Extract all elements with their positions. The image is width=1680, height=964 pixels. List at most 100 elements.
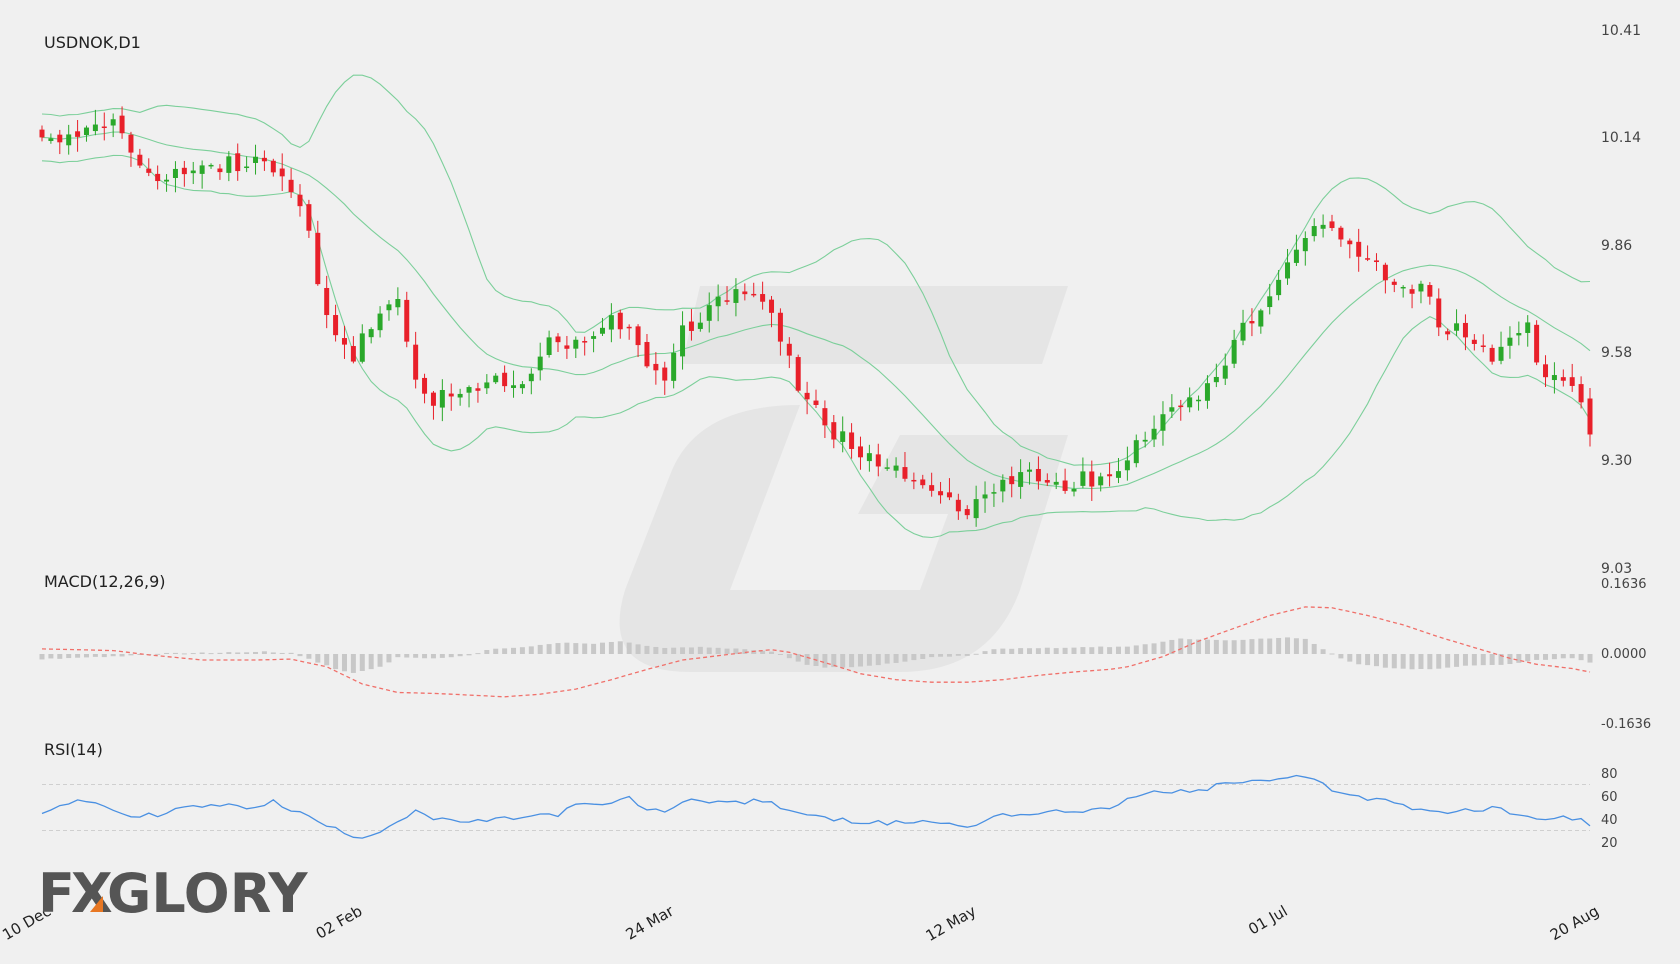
candle-down	[1462, 322, 1468, 338]
macd-histogram-bar	[368, 654, 374, 670]
macd-histogram-bar	[635, 644, 641, 654]
candle-up	[519, 384, 525, 389]
macd-histogram-bar	[1115, 646, 1121, 654]
chart-stage: USDNOK,D1 MACD(12,26,9) RSI(14) 10.41 10…	[0, 0, 1680, 960]
macd-histogram-bar	[955, 654, 961, 656]
macd-histogram-bar	[430, 654, 436, 659]
macd-histogram-bar	[350, 654, 356, 673]
candle-down	[341, 338, 347, 345]
macd-histogram-bar	[1525, 654, 1531, 662]
macd-histogram-bar	[742, 649, 748, 654]
candle-down	[555, 336, 561, 343]
macd-histogram-bar	[866, 654, 872, 666]
candle-down	[235, 153, 241, 172]
rsi-panel-title: RSI(14)	[44, 740, 103, 759]
candle-down	[1009, 476, 1015, 485]
rsi-indicator	[41, 774, 1591, 839]
macd-histogram-bar	[279, 652, 285, 654]
macd-histogram-bar	[1462, 654, 1468, 666]
macd-histogram-bar	[884, 654, 890, 664]
macd-histogram-bar	[110, 654, 116, 657]
candle-down	[822, 408, 828, 426]
candle-down	[101, 126, 107, 129]
macd-histogram-bar	[680, 647, 686, 654]
macd-histogram-bar	[48, 654, 54, 659]
candle-down	[804, 392, 810, 400]
candle-up	[1000, 479, 1006, 492]
candle-down	[795, 357, 801, 391]
candle-down	[1569, 377, 1575, 386]
candle-up	[1302, 238, 1308, 252]
candle-down	[137, 154, 143, 166]
price-y-tick: 10.41	[1601, 23, 1641, 39]
macd-histogram-bar	[57, 654, 63, 659]
macd-histogram-bar	[83, 654, 89, 658]
candle-up	[457, 393, 463, 398]
macd-histogram-bar	[1507, 654, 1513, 665]
macd-histogram-bar	[1400, 654, 1406, 669]
macd-histogram-bar	[315, 654, 321, 663]
candle-down	[1560, 377, 1566, 381]
candle-down	[1347, 240, 1353, 245]
candle-down	[279, 168, 285, 177]
candle-up	[1080, 471, 1086, 486]
macd-histogram-bar	[1293, 638, 1299, 654]
macd-histogram-bar	[1409, 654, 1415, 670]
candle-up	[253, 156, 259, 163]
macd-histogram-bar	[1151, 643, 1157, 654]
candle-down	[1338, 227, 1344, 240]
candle-up	[359, 333, 365, 362]
macd-histogram-bar	[1382, 654, 1388, 668]
candle-down	[1035, 468, 1041, 482]
candle-up	[1169, 407, 1175, 412]
candle-up	[110, 119, 116, 126]
candle-down	[404, 299, 410, 342]
macd-histogram-bar	[1231, 640, 1237, 654]
candle-down	[724, 300, 730, 302]
macd-histogram-bar	[422, 654, 428, 659]
candle-down	[1373, 260, 1379, 263]
candle-up	[1551, 375, 1557, 381]
macd-histogram-bar	[1276, 637, 1282, 654]
candle-up	[1498, 346, 1504, 361]
macd-histogram-bar	[1285, 637, 1291, 654]
candle-up	[1311, 226, 1317, 237]
candle-down	[813, 400, 819, 405]
candle-down	[955, 499, 961, 512]
macd-histogram-bar	[1543, 654, 1549, 660]
macd-histogram-bar	[1222, 640, 1228, 654]
macd-histogram-bar	[653, 646, 659, 654]
candle-up	[1018, 472, 1024, 487]
candle-up	[1071, 488, 1077, 492]
rsi-y-tick: 60	[1601, 790, 1618, 805]
candle-down	[742, 291, 748, 295]
candle-down	[911, 479, 917, 482]
candle-up	[1276, 279, 1282, 296]
candle-down	[1587, 398, 1593, 435]
candle-up	[884, 467, 890, 469]
macd-histogram-bar	[528, 646, 534, 654]
macd-histogram-bar	[688, 647, 694, 654]
macd-histogram-bar	[1480, 654, 1486, 666]
candle-down	[1445, 331, 1451, 335]
macd-histogram-bar	[555, 643, 561, 654]
candle-up	[537, 356, 543, 371]
macd-histogram-bar	[1249, 639, 1255, 654]
macd-histogram-bar	[1124, 646, 1130, 654]
macd-histogram-bar	[875, 654, 881, 666]
price-y-tick: 9.86	[1601, 238, 1632, 254]
candle-down	[1178, 405, 1184, 408]
macd-histogram-bar	[1258, 638, 1264, 654]
candle-up	[1124, 460, 1130, 471]
candle-down	[1044, 480, 1050, 483]
candle-down	[582, 341, 588, 343]
candle-down	[1543, 364, 1549, 378]
candle-up	[1133, 440, 1139, 464]
macd-histogram-bar	[155, 653, 161, 655]
macd-histogram-bar	[359, 654, 365, 672]
candle-down	[119, 115, 125, 134]
candle-up	[1027, 469, 1033, 472]
candle-down	[502, 372, 508, 387]
price-y-tick: 9.30	[1601, 453, 1632, 469]
candle-up	[164, 179, 170, 182]
